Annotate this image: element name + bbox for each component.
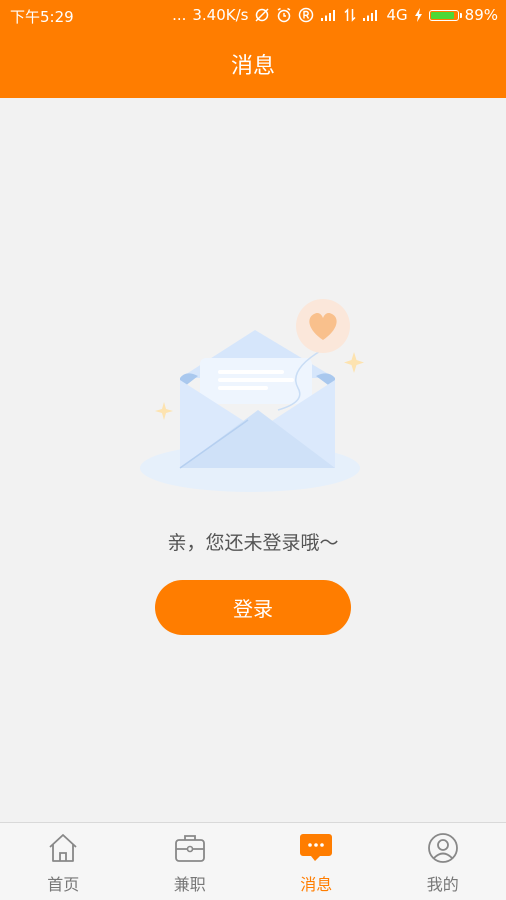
nav-label-messages: 消息: [300, 875, 333, 894]
battery-level-fill: [430, 11, 454, 19]
sparkle-icon: [155, 402, 173, 420]
sparkle-icon: [344, 352, 364, 373]
network-speed: 3.40K/s: [192, 6, 249, 24]
nav-label-parttime: 兼职: [173, 875, 206, 894]
network-type: 4G: [386, 6, 408, 24]
message-bubble-icon: [299, 831, 333, 865]
status-time: 下午5:29: [10, 8, 74, 26]
nav-item-parttime[interactable]: 兼职: [127, 823, 254, 900]
status-dots: ...: [172, 6, 187, 24]
signal-icon: [362, 8, 380, 22]
nav-item-profile[interactable]: 我的: [380, 823, 506, 900]
status-icons: ... 3.40K/s 4G 89%: [172, 5, 498, 25]
no-sync-icon: [254, 7, 270, 23]
battery-cap: [459, 12, 462, 18]
status-bar: 下午5:29 ... 3.40K/s 4G 89%: [0, 0, 506, 30]
header: 下午5:29 ... 3.40K/s 4G 89% 消息: [0, 0, 506, 98]
r-badge-icon: [298, 7, 314, 23]
nav-label-home: 首页: [47, 875, 80, 894]
page-title: 消息: [230, 54, 275, 79]
app-root: 下午5:29 ... 3.40K/s 4G 89% 消息 亲，您还未登录哦～ 登…: [0, 0, 506, 900]
bottom-nav: 首页 兼职 消息 我的: [0, 822, 506, 900]
charging-icon: [414, 8, 423, 22]
battery-icon: [428, 9, 462, 21]
home-icon: [46, 831, 80, 865]
signal-icon: [320, 8, 338, 22]
envelope-heart-illustration: [138, 290, 368, 500]
login-button[interactable]: 登录: [155, 580, 351, 635]
nav-item-home[interactable]: 首页: [0, 823, 127, 900]
empty-state-message: 亲，您还未登录哦～: [167, 532, 339, 554]
profile-icon: [426, 831, 460, 865]
data-arrows-icon: [344, 8, 357, 22]
battery-percent: 89%: [464, 6, 498, 24]
nav-item-messages[interactable]: 消息: [253, 823, 380, 900]
nav-label-profile: 我的: [426, 875, 459, 894]
briefcase-icon: [173, 831, 207, 865]
title-bar: 消息: [0, 30, 506, 98]
alarm-icon: [276, 7, 292, 23]
